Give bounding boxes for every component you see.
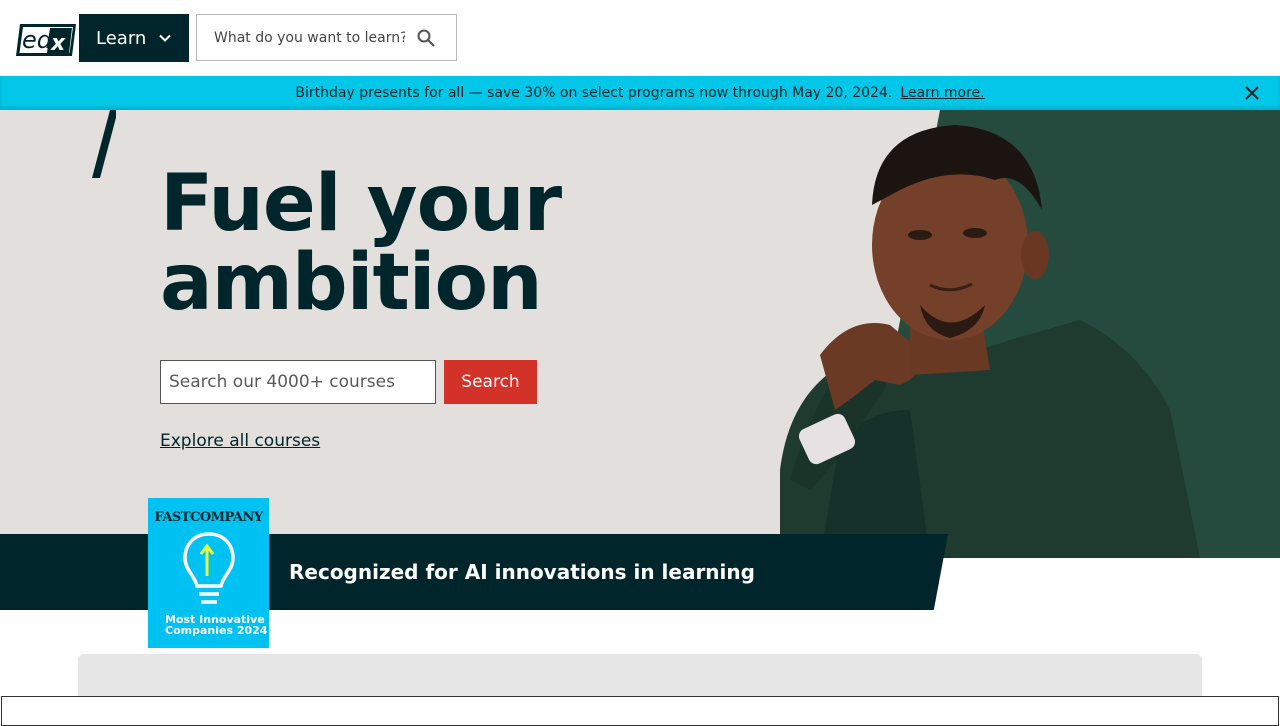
svg-text:x: x — [50, 31, 66, 56]
promo-banner: Birthday presents for all — save 30% on … — [0, 76, 1280, 110]
site-header: ed x Learn — [0, 0, 1280, 76]
header-search-box — [196, 14, 457, 61]
lightbulb-icon — [183, 532, 235, 604]
close-icon[interactable] — [1244, 85, 1260, 101]
badge-line2: Companies 2024 — [165, 624, 268, 637]
banner-message: Birthday presents for all — save 30% on … — [295, 85, 893, 101]
course-search-button[interactable]: Search — [444, 360, 537, 404]
explore-all-courses-link[interactable]: Explore all courses — [160, 431, 320, 451]
badge-brand: FASTCOMPANY — [154, 510, 263, 525]
header-search-input[interactable] — [197, 15, 407, 60]
hero-person-image — [780, 125, 1200, 558]
chevron-down-icon — [159, 34, 171, 42]
course-search-input[interactable] — [160, 360, 436, 404]
learn-menu-button[interactable]: Learn — [79, 14, 189, 62]
banner-learn-more-link[interactable]: Learn more. — [900, 85, 984, 101]
edx-logo[interactable]: ed x — [16, 22, 76, 58]
bottom-overlay-bar — [1, 696, 1279, 726]
learn-label: Learn — [96, 27, 147, 49]
hero-section: Fuel your ambition Search Explore all co… — [0, 110, 1280, 558]
badge-caption: Most Innovative Companies 2024 — [165, 614, 267, 636]
hero-title: Fuel your ambition — [160, 165, 562, 323]
search-icon[interactable] — [416, 28, 436, 48]
award-text: Recognized for AI innovations in learnin… — [289, 560, 755, 584]
hero-title-line2: ambition — [160, 238, 543, 328]
hero-title-line1: Fuel your — [160, 159, 562, 249]
fast-company-badge[interactable]: FASTCOMPANY Most Innovative Companies 20… — [148, 498, 269, 648]
decorative-slash — [92, 110, 116, 178]
